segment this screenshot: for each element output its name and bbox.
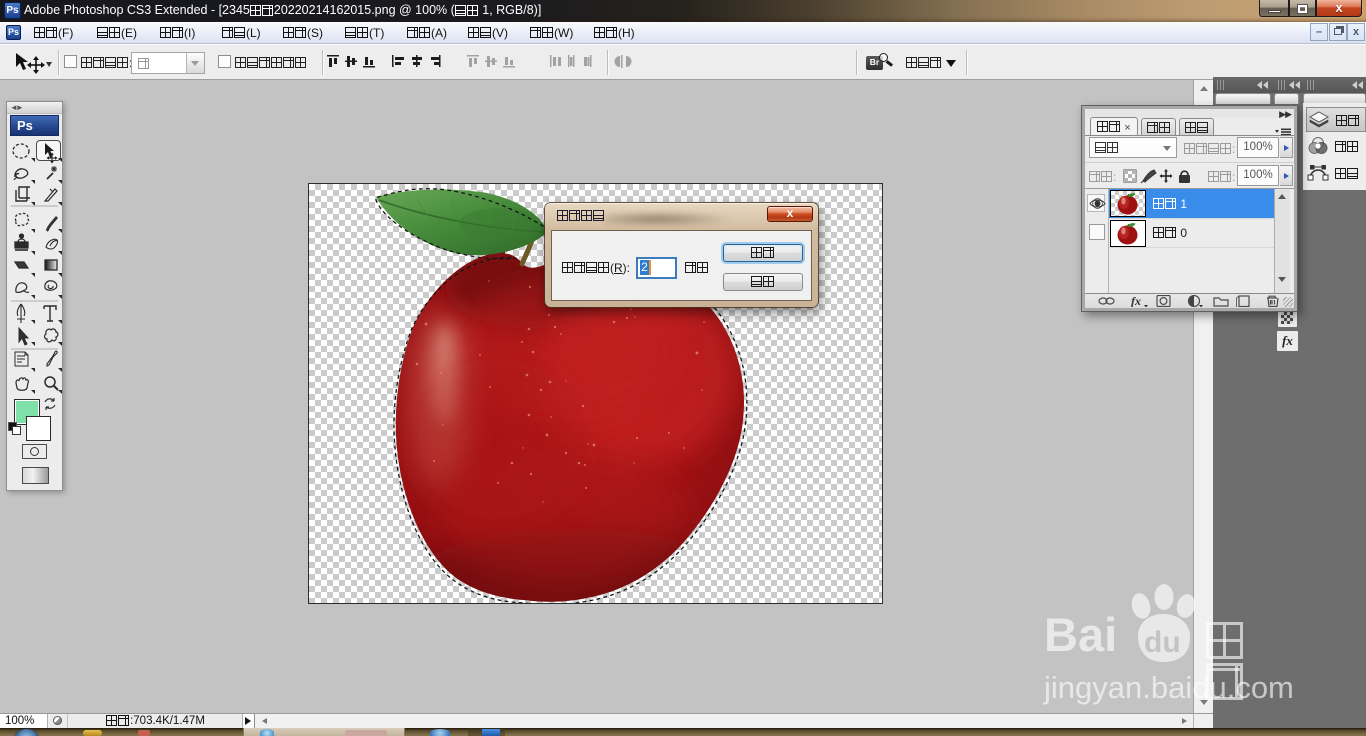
- svg-text:fx: fx: [1131, 295, 1141, 307]
- svg-text:du: du: [1144, 626, 1181, 659]
